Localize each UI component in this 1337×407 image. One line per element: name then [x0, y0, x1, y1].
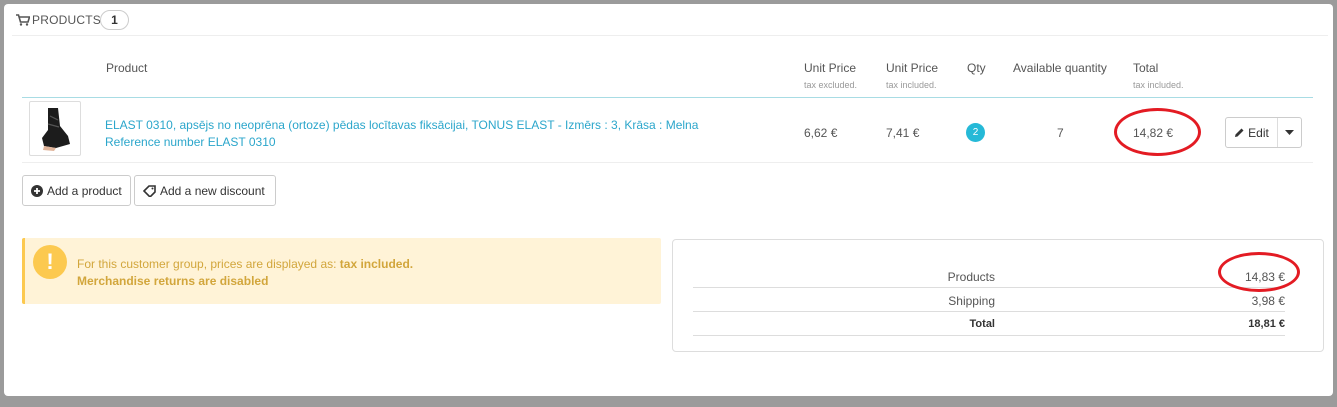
- header-unit-price-excl-sub: tax excluded.: [804, 80, 858, 90]
- add-product-label: Add a product: [47, 183, 122, 198]
- header-divider: [22, 97, 1313, 98]
- header-qty: Qty: [967, 61, 986, 75]
- row-total-value: 14,82 €: [1133, 126, 1174, 140]
- header-unit-price-excl-label: Unit Price: [804, 61, 857, 75]
- panel-title: PRODUCTS: [32, 13, 101, 27]
- grand-total-label: Total: [969, 318, 995, 330]
- add-product-button[interactable]: Add a product: [22, 175, 131, 206]
- edit-button-group: Edit: [1225, 117, 1302, 148]
- shipping-label: Shipping: [948, 294, 995, 308]
- header-total-sub: tax included.: [1133, 80, 1184, 90]
- alert-line2: Merchandise returns are disabled: [77, 274, 269, 288]
- edit-button-label: Edit: [1248, 125, 1269, 140]
- products-total-value: 14,83 €: [1244, 270, 1285, 284]
- header-available-quantity: Available quantity: [1013, 61, 1107, 75]
- plus-circle-icon: [31, 184, 43, 197]
- row-divider: [22, 162, 1313, 163]
- header-total: Total tax included.: [1133, 61, 1184, 90]
- totals-row-shipping: Shipping 3,98 €: [693, 288, 1285, 312]
- grand-total-value: 18,81 €: [1248, 318, 1285, 330]
- header-product: Product: [106, 61, 148, 75]
- pencil-icon: [1235, 128, 1244, 137]
- alert-text-bold: tax included.: [339, 257, 414, 271]
- add-discount-button[interactable]: Add a new discount: [134, 175, 276, 206]
- ankle-brace-image: [42, 108, 70, 151]
- totals-row-products: Products 14,83 €: [693, 264, 1285, 288]
- product-thumbnail[interactable]: [29, 101, 81, 156]
- available-quantity-value: 7: [1057, 126, 1064, 140]
- header-unit-price-incl-sub: tax included.: [886, 80, 937, 90]
- add-discount-label: Add a new discount: [160, 183, 265, 198]
- unit-price-excl-value: 6,62 €: [804, 126, 838, 140]
- edit-button[interactable]: Edit: [1226, 118, 1278, 147]
- alert-message: For this customer group, prices are disp…: [77, 256, 413, 290]
- unit-price-incl-value: 7,41 €: [886, 126, 920, 140]
- header-unit-price-incl: Unit Price tax included.: [886, 61, 938, 90]
- panel-heading: PRODUCTS 1: [12, 4, 1328, 36]
- header-unit-price-excl: Unit Price tax excluded.: [804, 61, 857, 90]
- header-unit-price-incl-label: Unit Price: [886, 61, 939, 75]
- product-reference[interactable]: Reference number ELAST 0310: [105, 134, 765, 151]
- totals-row-total: Total 18,81 €: [693, 312, 1285, 336]
- shopping-cart-icon: [16, 14, 30, 26]
- qty-badge: 2: [966, 123, 985, 142]
- tax-info-alert: ! For this customer group, prices are di…: [22, 238, 661, 304]
- header-total-label: Total: [1133, 61, 1159, 75]
- caret-down-icon: [1285, 130, 1294, 135]
- exclamation-icon: !: [33, 245, 67, 279]
- product-count-badge: 1: [100, 10, 129, 30]
- shipping-value: 3,98 €: [1251, 294, 1285, 308]
- product-name-line1[interactable]: ELAST 0310, apsējs no neoprēna (ortoze) …: [105, 117, 765, 134]
- edit-dropdown-toggle[interactable]: [1278, 118, 1301, 147]
- products-total-label: Products: [947, 270, 995, 284]
- alert-text-prefix: For this customer group, prices are disp…: [77, 257, 340, 271]
- ticket-icon: [143, 184, 156, 197]
- order-totals-panel: Products 14,83 € Shipping 3,98 € Total 1…: [672, 239, 1324, 352]
- product-name-link[interactable]: ELAST 0310, apsējs no neoprēna (ortoze) …: [105, 117, 765, 151]
